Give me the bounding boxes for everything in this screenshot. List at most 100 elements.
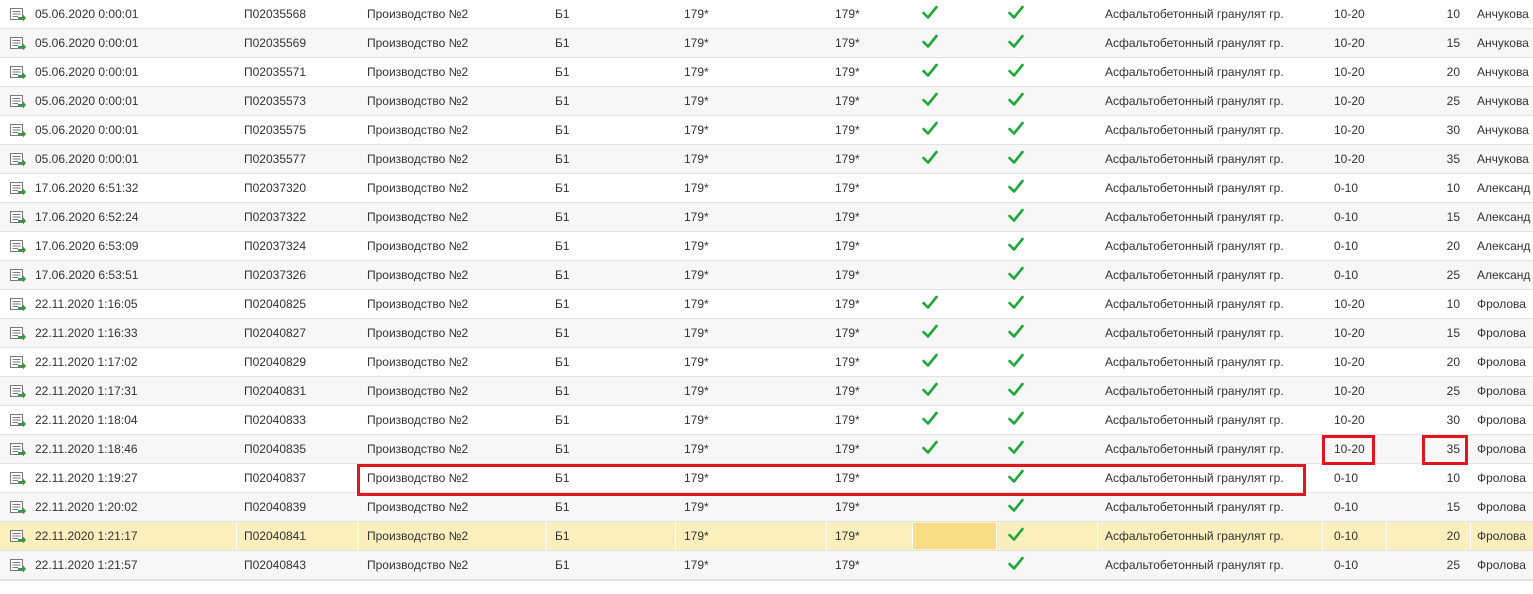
row-code-c: 179* bbox=[835, 181, 860, 195]
document-arrow-icon bbox=[10, 443, 26, 457]
table-row[interactable]: 05.06.2020 0:00:01 П02035575 Производство … bbox=[0, 116, 1533, 145]
active-cell[interactable] bbox=[912, 523, 996, 549]
row-production: Производство №2 bbox=[367, 529, 469, 543]
row-doc-number: П02040837 bbox=[244, 471, 307, 485]
row-quantity: 15 bbox=[1446, 210, 1460, 224]
document-arrow-icon bbox=[10, 269, 26, 283]
table-row[interactable]: 17.06.2020 6:53:09 П02037324 Производство … bbox=[0, 232, 1533, 261]
column-separator bbox=[1322, 522, 1323, 550]
checkmark-icon bbox=[922, 92, 938, 110]
row-date: 05.06.2020 0:00:01 bbox=[35, 65, 139, 79]
row-operator: Фролова bbox=[1477, 355, 1526, 369]
checkmark-icon bbox=[1008, 34, 1024, 52]
row-doc-number: П02040841 bbox=[244, 529, 307, 543]
table-row[interactable]: 22.11.2020 1:17:31 П02040831 Производство … bbox=[0, 377, 1533, 406]
table-row[interactable]: 22.11.2020 1:16:05 П02040825 Производство … bbox=[0, 290, 1533, 319]
table-row[interactable]: 22.11.2020 1:21:17 П02040841 Производство … bbox=[0, 522, 1533, 551]
row-material: Асфальтобетонный гранулят гр. bbox=[1105, 239, 1284, 253]
row-code-c: 179* bbox=[835, 297, 860, 311]
row-fraction: 10-20 bbox=[1334, 442, 1365, 456]
row-production: Производство №2 bbox=[367, 471, 469, 485]
row-doc-number: П02037326 bbox=[244, 268, 307, 282]
document-arrow-icon bbox=[10, 182, 26, 196]
row-material: Асфальтобетонный гранулят гр. bbox=[1105, 123, 1284, 137]
row-code-a: 179* bbox=[684, 123, 709, 137]
row-code-c: 179* bbox=[835, 36, 860, 50]
row-date: 05.06.2020 0:00:01 bbox=[35, 152, 139, 166]
column-separator bbox=[996, 522, 997, 550]
checkmark-icon bbox=[1008, 295, 1024, 313]
document-arrow-icon bbox=[10, 240, 26, 254]
row-fraction: 0-10 bbox=[1334, 558, 1359, 572]
table-row[interactable]: 05.06.2020 0:00:01 П02035573 Производство … bbox=[0, 87, 1533, 116]
document-arrow-icon bbox=[10, 414, 26, 428]
row-operator: Фролова bbox=[1477, 500, 1526, 514]
table-row[interactable]: 05.06.2020 0:00:01 П02035568 Производство … bbox=[0, 0, 1533, 29]
checkmark-icon bbox=[922, 5, 938, 23]
row-production: Производство №2 bbox=[367, 36, 469, 50]
checkmark-icon bbox=[1008, 121, 1024, 139]
row-quantity: 25 bbox=[1446, 268, 1460, 282]
row-code-b: Б1 bbox=[555, 123, 570, 137]
checkmark-icon bbox=[1008, 208, 1024, 226]
row-quantity: 20 bbox=[1446, 355, 1460, 369]
row-quantity: 25 bbox=[1446, 384, 1460, 398]
row-material: Асфальтобетонный гранулят гр. bbox=[1105, 36, 1284, 50]
row-fraction: 10-20 bbox=[1334, 36, 1365, 50]
row-material: Асфальтобетонный гранулят гр. bbox=[1105, 558, 1284, 572]
row-production: Производство №2 bbox=[367, 123, 469, 137]
row-code-a: 179* bbox=[684, 558, 709, 572]
table-row[interactable]: 22.11.2020 1:21:57 П02040843 Производство … bbox=[0, 551, 1533, 580]
row-code-b: Б1 bbox=[555, 529, 570, 543]
row-production: Производство №2 bbox=[367, 181, 469, 195]
row-fraction: 10-20 bbox=[1334, 384, 1365, 398]
row-production: Производство №2 bbox=[367, 210, 469, 224]
table-row[interactable]: 05.06.2020 0:00:01 П02035569 Производство … bbox=[0, 29, 1533, 58]
row-code-a: 179* bbox=[684, 181, 709, 195]
row-material: Асфальтобетонный гранулят гр. bbox=[1105, 181, 1284, 195]
table-row[interactable]: 22.11.2020 1:20:02 П02040839 Производство … bbox=[0, 493, 1533, 522]
checkmark-icon bbox=[922, 295, 938, 313]
row-code-b: Б1 bbox=[555, 268, 570, 282]
table-row[interactable]: 17.06.2020 6:51:32 П02037320 Производство … bbox=[0, 174, 1533, 203]
row-fraction: 0-10 bbox=[1334, 500, 1359, 514]
row-fraction: 10-20 bbox=[1334, 94, 1365, 108]
row-code-a: 179* bbox=[684, 152, 709, 166]
row-code-a: 179* bbox=[684, 36, 709, 50]
row-code-a: 179* bbox=[684, 239, 709, 253]
row-date: 22.11.2020 1:20:02 bbox=[35, 500, 138, 514]
row-code-c: 179* bbox=[835, 326, 860, 340]
table-row[interactable]: 22.11.2020 1:19:27 П02040837 Производство … bbox=[0, 464, 1533, 493]
document-arrow-icon bbox=[10, 66, 26, 80]
table-row[interactable]: 22.11.2020 1:16:33 П02040827 Производство … bbox=[0, 319, 1533, 348]
row-production: Производство №2 bbox=[367, 413, 469, 427]
checkmark-icon bbox=[1008, 266, 1024, 284]
table-row[interactable]: 22.11.2020 1:18:46 П02040835 Производство … bbox=[0, 435, 1533, 464]
row-code-b: Б1 bbox=[555, 297, 570, 311]
row-fraction: 10-20 bbox=[1334, 123, 1365, 137]
column-separator bbox=[675, 522, 676, 550]
table-row[interactable]: 22.11.2020 1:18:04 П02040833 Производство … bbox=[0, 406, 1533, 435]
document-arrow-icon bbox=[10, 124, 26, 138]
table-row[interactable]: 22.11.2020 1:17:02 П02040829 Производство … bbox=[0, 348, 1533, 377]
row-material: Асфальтобетонный гранулят гр. bbox=[1105, 442, 1284, 456]
row-date: 17.06.2020 6:52:24 bbox=[35, 210, 139, 224]
column-separator bbox=[1097, 522, 1098, 550]
row-doc-number: П02040831 bbox=[244, 384, 307, 398]
row-doc-number: П02037320 bbox=[244, 181, 307, 195]
row-operator: Александ bbox=[1477, 239, 1531, 253]
row-fraction: 0-10 bbox=[1334, 239, 1359, 253]
table-row[interactable]: 05.06.2020 0:00:01 П02035571 Производство … bbox=[0, 58, 1533, 87]
row-quantity: 30 bbox=[1446, 413, 1460, 427]
column-separator bbox=[1386, 522, 1387, 550]
table-row[interactable]: 17.06.2020 6:53:51 П02037326 Производство … bbox=[0, 261, 1533, 290]
row-code-c: 179* bbox=[835, 210, 860, 224]
row-production: Производство №2 bbox=[367, 152, 469, 166]
row-quantity: 35 bbox=[1446, 152, 1460, 166]
column-separator bbox=[236, 522, 237, 550]
row-doc-number: П02037322 bbox=[244, 210, 307, 224]
table-row[interactable]: 05.06.2020 0:00:01 П02035577 Производство … bbox=[0, 145, 1533, 174]
row-date: 17.06.2020 6:53:09 bbox=[35, 239, 139, 253]
table-row[interactable]: 17.06.2020 6:52:24 П02037322 Производство … bbox=[0, 203, 1533, 232]
row-material: Асфальтобетонный гранулят гр. bbox=[1105, 7, 1284, 21]
